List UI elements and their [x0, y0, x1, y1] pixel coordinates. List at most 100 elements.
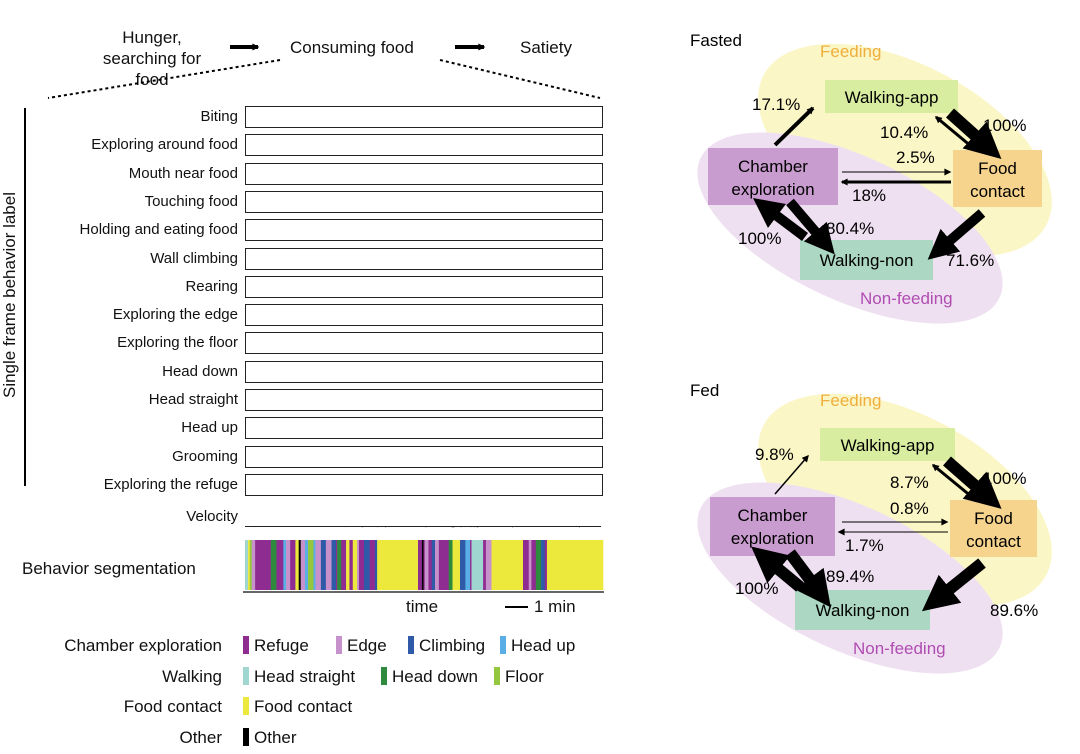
raster-row: [245, 106, 603, 128]
legend-group-label: Other: [179, 727, 222, 747]
raster-row: [245, 445, 603, 468]
segment: [477, 540, 484, 590]
segment: [259, 540, 266, 590]
time-label: time: [406, 597, 439, 616]
zoom-line-right: [439, 59, 601, 99]
segment: [249, 540, 253, 590]
segment: [331, 540, 337, 590]
transition-probability: 0.8%: [890, 499, 929, 518]
segment: [431, 540, 436, 590]
feeding-label: Feeding: [820, 42, 881, 61]
segment: [295, 540, 299, 590]
legend-swatch: [500, 636, 506, 654]
legend-item-label: Other: [254, 727, 297, 747]
segment: [531, 540, 537, 590]
legend-swatch: [494, 666, 500, 685]
row-label: Exploring the floor: [117, 334, 238, 352]
node-label: Walking-non: [820, 251, 914, 270]
segment: [483, 540, 487, 590]
segment: [265, 540, 270, 590]
node-label: Chamber: [738, 506, 808, 525]
transition-probability: 100%: [738, 229, 781, 248]
row-label: Exploring around food: [91, 136, 238, 154]
node-label: Walking-app: [845, 88, 939, 107]
raster-row: [245, 304, 603, 327]
segment: [418, 540, 423, 590]
segment: [315, 540, 322, 590]
raster-row: [245, 389, 603, 411]
nonfeeding-label: Non-feeding: [853, 639, 946, 658]
segment: [541, 540, 546, 590]
row-label: Mouth near food: [128, 164, 238, 182]
segment: [308, 540, 314, 590]
transition-probability: 100%: [735, 579, 778, 598]
node-label: Food: [974, 509, 1013, 528]
segment: [465, 540, 471, 590]
segment: [528, 540, 532, 590]
legend-swatch: [408, 636, 414, 654]
transition-probability: 80.4%: [826, 219, 874, 238]
legend-swatch: [336, 636, 342, 654]
zoom-line-left: [47, 59, 281, 99]
row-label: Exploring the refuge: [103, 475, 238, 493]
segment: [325, 540, 332, 590]
legend-item: Refuge: [243, 636, 309, 656]
node-label: Food: [978, 159, 1017, 178]
node-label: exploration: [731, 180, 814, 199]
transition-probability: 89.4%: [826, 567, 874, 586]
raster-row: [245, 190, 603, 213]
legend-item: Food contact: [243, 697, 352, 717]
segment: [337, 540, 342, 590]
diagram-title: Fasted: [690, 31, 742, 50]
legend-group-label: Food contact: [123, 697, 222, 716]
velocity-trace: [245, 506, 601, 527]
transition-probability: 1.7%: [845, 536, 884, 555]
legend-item-label: Head up: [511, 636, 576, 655]
diagram-title: Fed: [690, 381, 719, 400]
legend-group-label: Walking: [162, 666, 222, 686]
feeding-label: Feeding: [820, 391, 881, 410]
legend-swatch: [243, 636, 249, 654]
legend-item: Head up: [500, 636, 575, 656]
segment: [535, 540, 542, 590]
row-label: Grooming: [172, 447, 238, 465]
node-label: Walking-non: [816, 601, 910, 620]
raster-row: [245, 360, 603, 383]
transition-probability: 9.8%: [755, 445, 794, 464]
segment: [438, 540, 444, 590]
segment: [374, 540, 378, 590]
row-label: Head up: [181, 419, 238, 437]
legend-item-label: Refuge: [254, 636, 309, 655]
raster-row: [245, 134, 603, 157]
row-label: Holding and eating food: [79, 221, 238, 239]
segment: [428, 540, 433, 590]
segment: [523, 540, 526, 590]
segment: [283, 540, 287, 590]
segment: [290, 540, 296, 590]
legend-item-label: Food contact: [254, 697, 353, 716]
transition-probability: 8.7%: [890, 473, 929, 492]
node-label: contact: [966, 532, 1021, 551]
transition-probability: 17.1%: [752, 95, 800, 114]
raster-row: [245, 332, 603, 355]
segment: [251, 540, 256, 590]
raster-row: [245, 417, 603, 440]
raster-row: [245, 247, 603, 270]
segment: [357, 540, 360, 590]
row-label: Exploring the edge: [112, 306, 238, 324]
legend-item: Head down: [381, 666, 479, 687]
raster-row: [245, 275, 603, 298]
segment: [544, 540, 548, 590]
legend-item: Edge: [336, 636, 387, 656]
legend-item-label: Edge: [347, 636, 387, 655]
segmentation-label: Behavior segmentation: [22, 559, 196, 578]
segment: [320, 540, 327, 590]
segment: [304, 540, 309, 590]
legend-item-label: Head down: [392, 666, 479, 686]
ethogram-ylabel: Single frame behavior label: [0, 192, 19, 399]
segment: [298, 540, 302, 590]
legend-swatch: [243, 727, 249, 746]
segment: [551, 540, 604, 590]
segment: [452, 540, 461, 590]
segment: [474, 540, 479, 590]
